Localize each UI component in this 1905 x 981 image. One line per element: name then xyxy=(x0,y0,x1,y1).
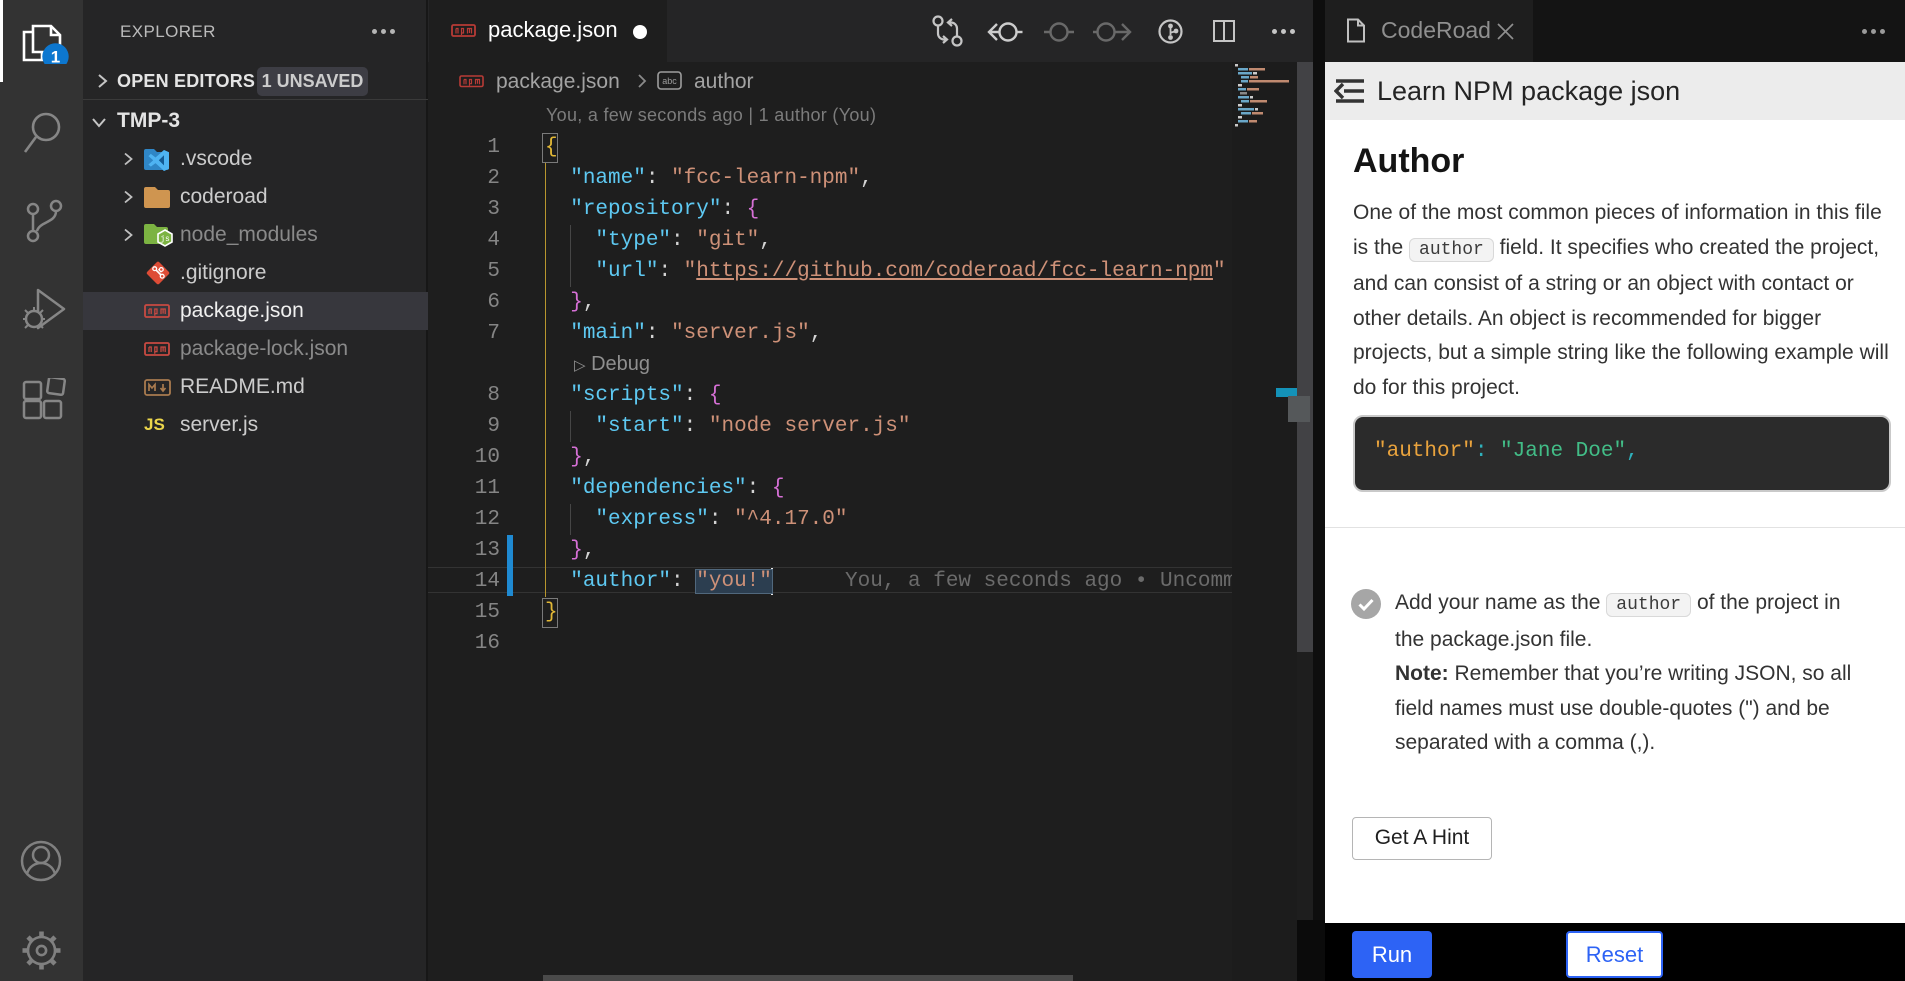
svg-text:1: 1 xyxy=(51,48,60,65)
svg-text:js: js xyxy=(160,235,170,244)
svg-text:abc: abc xyxy=(662,76,677,86)
